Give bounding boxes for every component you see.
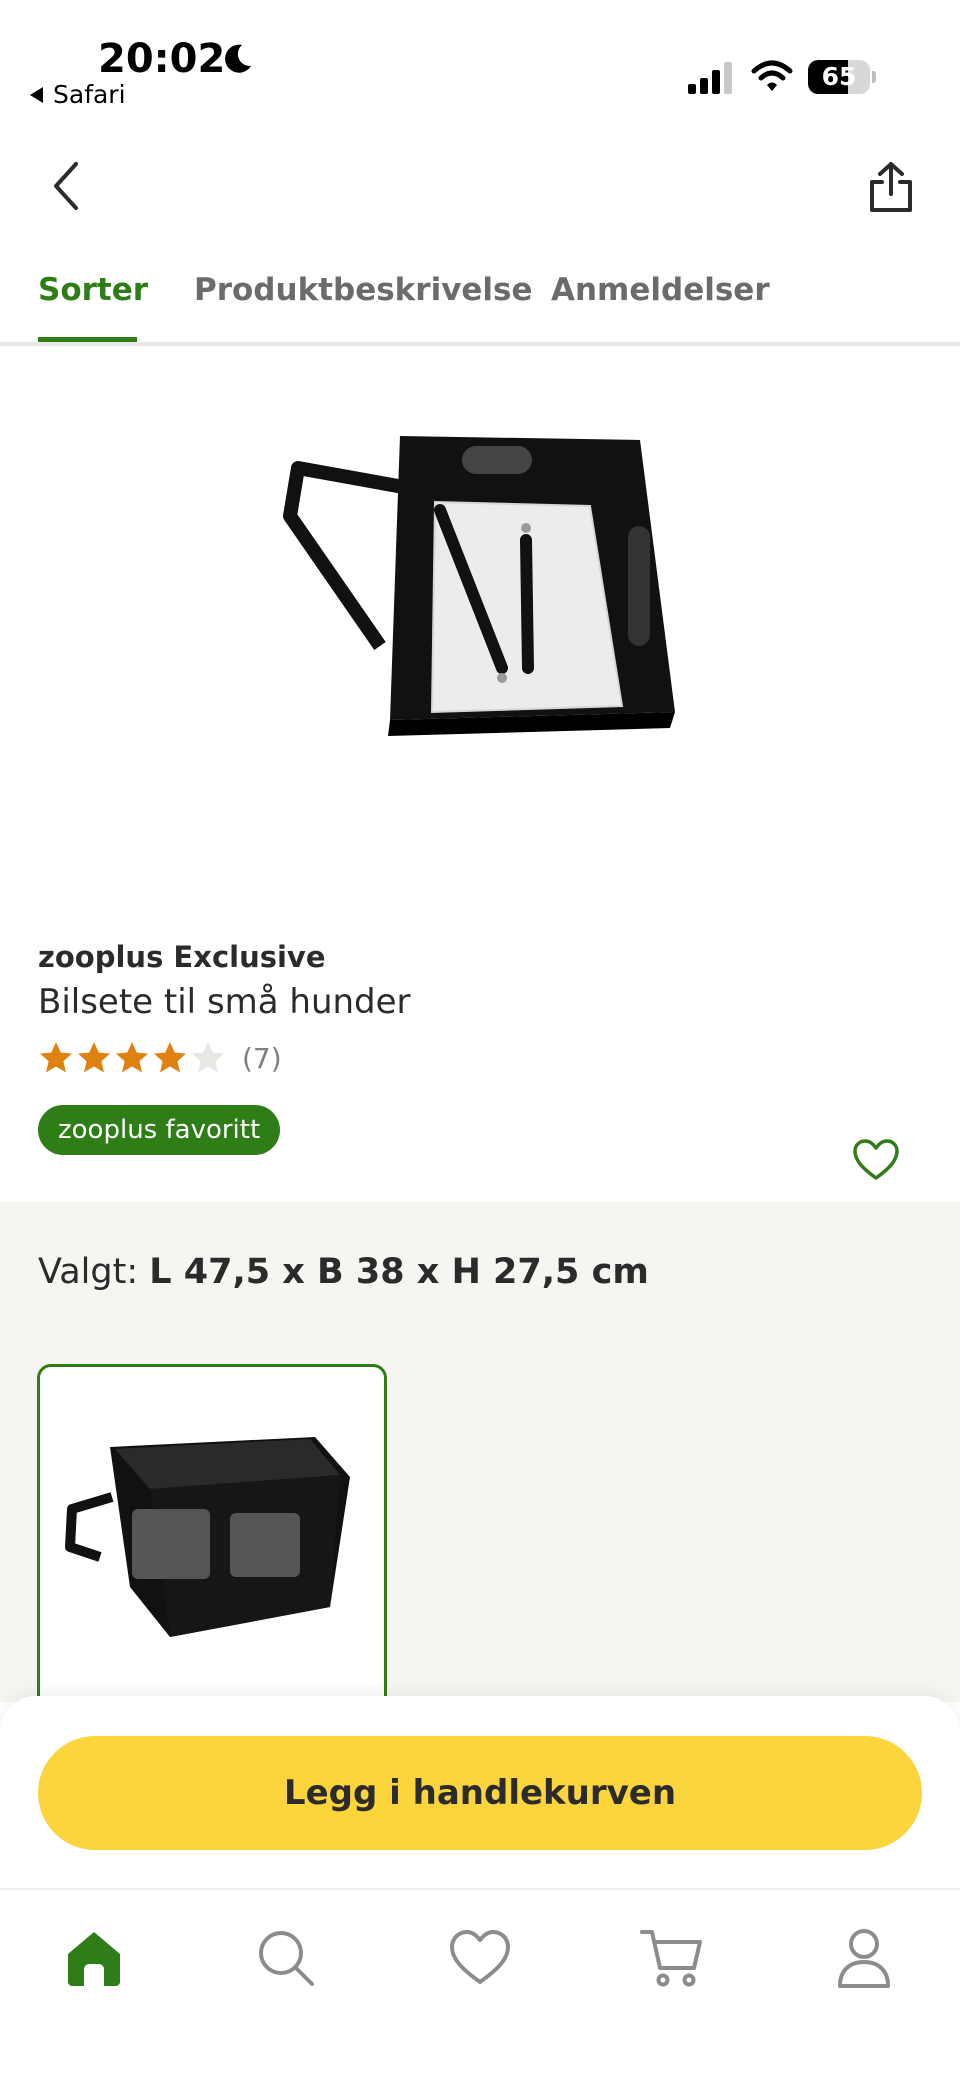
tab-sorter[interactable]: Sorter (38, 272, 148, 346)
back-triangle-icon (30, 86, 43, 103)
variant-image (65, 1437, 350, 1637)
home-icon[interactable] (62, 1926, 126, 1990)
favorite-badge: zooplus favoritt (38, 1105, 281, 1155)
product-gallery[interactable] (0, 346, 960, 1233)
product-name: Bilsete til små hunder (38, 982, 411, 1022)
battery-level-text: 65 (821, 62, 857, 91)
product-image (283, 436, 675, 736)
bottom-tab-bar (0, 1888, 960, 2087)
star-filled-icon (78, 1042, 110, 1073)
product-rating[interactable]: (7) (38, 1038, 282, 1078)
selected-variant: Valgt: L 47,5 x B 38 x H 27,5 cm (38, 1252, 649, 1292)
selected-prefix: Valgt: (38, 1252, 150, 1292)
tab-produktbeskrivelse[interactable]: Produktbeskrivelse (194, 272, 533, 346)
star-filled-icon (40, 1042, 72, 1073)
battery-icon: 65 (808, 60, 876, 94)
profile-icon[interactable] (832, 1926, 896, 1990)
back-to-safari[interactable]: Safari (30, 80, 126, 109)
cart-icon[interactable] (640, 1926, 704, 1990)
wifi-icon (751, 60, 793, 91)
search-icon[interactable] (254, 1926, 318, 1990)
status-time: 20:02 (98, 36, 226, 82)
product-brand[interactable]: zooplus Exclusive (38, 940, 326, 974)
review-count: (7) (242, 1041, 282, 1075)
active-tab-indicator (38, 337, 137, 342)
heart-icon[interactable] (448, 1926, 512, 1990)
star-filled-icon (154, 1042, 186, 1073)
star-empty-icon (192, 1042, 224, 1073)
status-bar: 20:02 Safari 65 (0, 0, 960, 120)
variant-option[interactable] (37, 1364, 387, 1724)
share-icon[interactable] (866, 160, 916, 214)
chevron-left-icon[interactable] (44, 158, 88, 214)
signal-icon (688, 62, 732, 94)
moon-icon (225, 44, 251, 73)
tab-bar: Sorter Produktbeskrivelse Anmeldelser (0, 262, 960, 346)
add-to-cart-button[interactable]: Legg i handlekurven (38, 1736, 922, 1850)
variant-section: Valgt: L 47,5 x B 38 x H 27,5 cm (0, 1202, 960, 1724)
bottom-sheet: Legg i handlekurven (0, 1696, 960, 2087)
back-app-label: Safari (53, 80, 126, 109)
heart-outline-icon[interactable] (852, 1138, 900, 1182)
selected-value: L 47,5 x B 38 x H 27,5 cm (149, 1252, 649, 1292)
star-filled-icon (116, 1042, 148, 1073)
tab-anmeldelser[interactable]: Anmeldelser (551, 272, 770, 346)
